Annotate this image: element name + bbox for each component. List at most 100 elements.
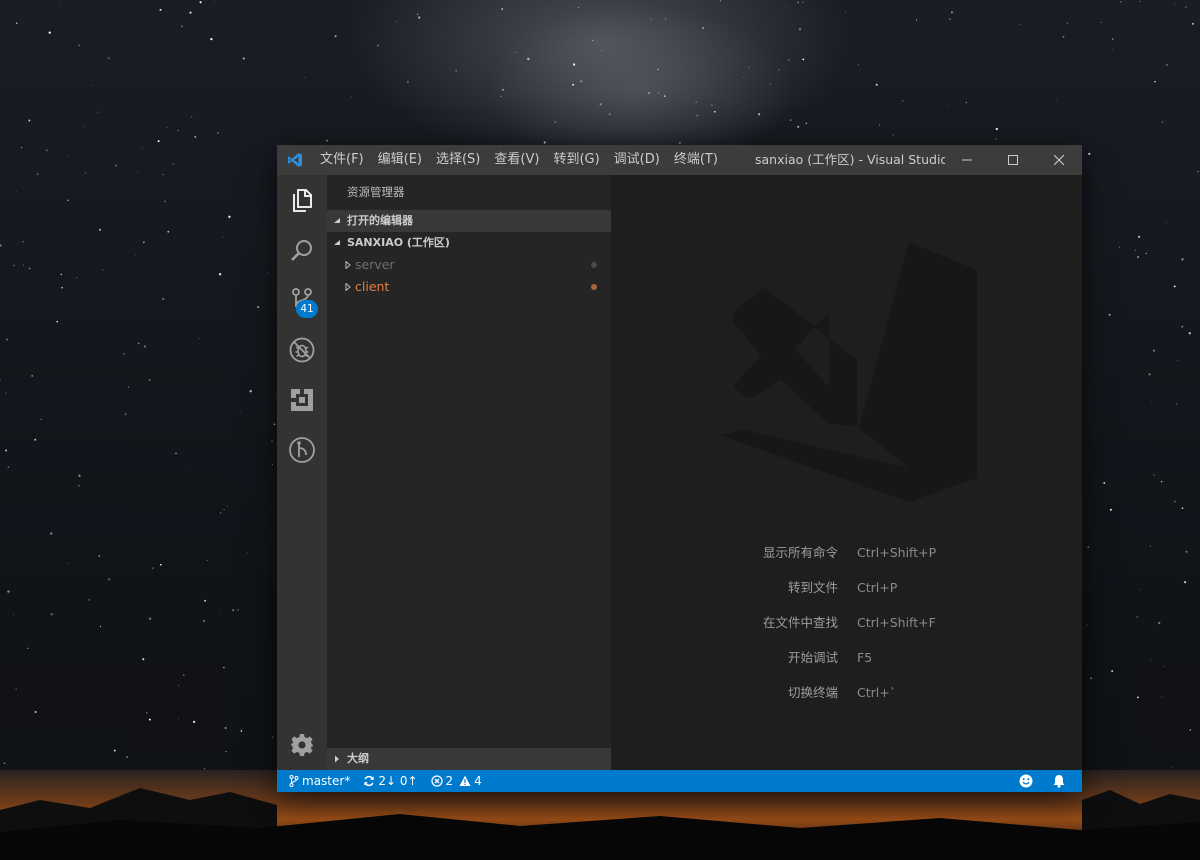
star: [13, 264, 15, 267]
star: [204, 599, 207, 602]
star: [142, 658, 145, 661]
star: [1189, 729, 1192, 731]
extensions-icon: [291, 389, 313, 411]
star: [7, 466, 10, 469]
star: [7, 590, 10, 593]
notifications-button[interactable]: [1047, 770, 1074, 792]
source-control-button[interactable]: 41: [277, 275, 327, 325]
star: [858, 64, 859, 66]
star: [175, 452, 177, 455]
star: [515, 52, 517, 53]
menu-selection[interactable]: 选择(S): [429, 145, 487, 175]
star: [68, 156, 70, 158]
star: [223, 666, 225, 669]
settings-button[interactable]: [277, 720, 327, 770]
star: [91, 85, 92, 86]
menu-view[interactable]: 查看(V): [487, 145, 546, 175]
close-button[interactable]: [1036, 145, 1082, 175]
star: [143, 345, 147, 348]
star: [68, 562, 70, 564]
star: [802, 58, 805, 61]
star: [1183, 580, 1187, 584]
star: [1134, 249, 1136, 251]
star: [1185, 550, 1188, 553]
star: [272, 736, 274, 738]
star: [183, 674, 185, 676]
star: [1161, 696, 1163, 698]
shortcut-row: 在文件中查找 Ctrl+Shift+F: [611, 613, 1082, 633]
branch-status[interactable]: master*: [277, 770, 355, 792]
star: [22, 240, 24, 243]
star: [23, 264, 24, 266]
star: [1137, 696, 1139, 699]
sync-icon: [364, 775, 375, 787]
window-title: sanxiao (工作区) - Visual Studio C...: [755, 152, 945, 167]
star: [713, 110, 716, 113]
menu-bar: 文件(F) 编辑(E) 选择(S) 查看(V) 转到(G) 调试(D) 终端(T…: [313, 145, 725, 175]
sync-status[interactable]: 2↓ 0↑: [355, 770, 422, 792]
problems-status[interactable]: 2 4: [423, 770, 487, 792]
open-editors-header[interactable]: 打开的编辑器: [327, 210, 611, 232]
star: [113, 749, 116, 752]
minimize-button[interactable]: [944, 145, 990, 175]
star: [788, 58, 790, 61]
star: [1149, 545, 1151, 547]
search-button[interactable]: [277, 225, 327, 275]
star: [162, 297, 165, 301]
workspace-header[interactable]: SANXIAO (工作区): [327, 232, 611, 254]
shortcut-keys: F5: [857, 650, 873, 665]
star: [608, 113, 611, 116]
star: [784, 5, 786, 7]
menu-debug[interactable]: 调试(D): [607, 145, 667, 175]
shortcut-label: 转到文件: [787, 580, 838, 595]
menu-terminal[interactable]: 终端(T): [667, 145, 725, 175]
star: [15, 688, 17, 690]
star: [84, 125, 85, 127]
star: [500, 95, 502, 97]
star: [844, 10, 846, 12]
star: [98, 228, 102, 231]
status-dot: [591, 284, 597, 290]
menu-file[interactable]: 文件(F): [313, 145, 371, 175]
outline-header[interactable]: 大纲: [327, 748, 611, 770]
gitlens-button[interactable]: [277, 425, 327, 475]
menu-edit[interactable]: 编辑(E): [371, 145, 429, 175]
error-count: 2: [445, 774, 454, 788]
star: [16, 22, 18, 24]
star: [267, 272, 269, 274]
tree-folder-server[interactable]: server: [327, 254, 611, 276]
star: [1111, 670, 1114, 673]
star: [1171, 766, 1174, 768]
branch-name: master*: [302, 774, 351, 788]
gear-icon: [291, 734, 313, 756]
star: [711, 104, 713, 106]
star: [157, 140, 160, 143]
star: [1174, 500, 1176, 503]
star: [875, 83, 878, 86]
star: [1185, 6, 1187, 8]
star: [1062, 35, 1065, 38]
star: [31, 374, 34, 377]
shortcut-row: 显示所有命令 Ctrl+Shift+P: [611, 543, 1082, 563]
star: [304, 76, 306, 78]
debug-button[interactable]: [277, 325, 327, 375]
star: [181, 25, 183, 28]
feedback-button[interactable]: [1014, 770, 1041, 792]
star: [599, 103, 602, 106]
status-bar-right: [1014, 770, 1074, 792]
star: [50, 532, 53, 535]
star: [1150, 659, 1152, 661]
extensions-button[interactable]: [277, 375, 327, 425]
gitlens-icon: [289, 437, 315, 463]
shortcut-row: 转到文件 Ctrl+P: [611, 578, 1082, 598]
star: [1191, 22, 1194, 25]
star: [1176, 403, 1178, 405]
star: [678, 141, 681, 144]
tree-folder-client[interactable]: client: [327, 276, 611, 298]
star: [137, 342, 140, 345]
menu-go[interactable]: 转到(G): [546, 145, 606, 175]
star: [67, 199, 69, 202]
explorer-button[interactable]: [277, 175, 327, 225]
maximize-button[interactable]: [990, 145, 1036, 175]
star: [334, 35, 337, 38]
